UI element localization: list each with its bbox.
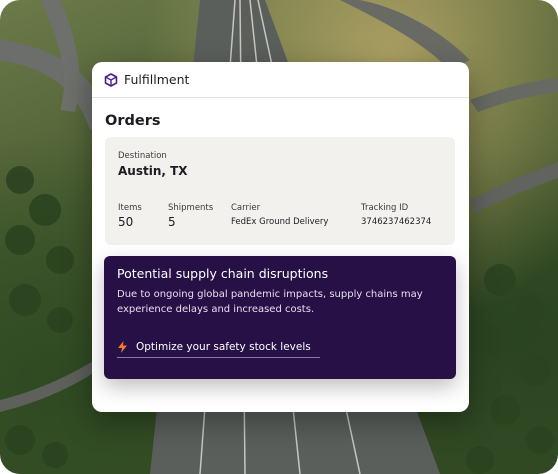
orders-title: Orders bbox=[105, 113, 161, 129]
lightning-icon bbox=[117, 341, 128, 353]
tracking-id-label: Tracking ID bbox=[361, 203, 409, 213]
optimize-stock-label: Optimize your safety stock levels bbox=[136, 341, 311, 353]
fulfillment-card: Fulfillment Orders Destination Austin, T… bbox=[92, 62, 469, 412]
supply-chain-alert: Potential supply chain disruptions Due t… bbox=[104, 256, 456, 379]
aerial-highway-background: Fulfillment Orders Destination Austin, T… bbox=[0, 0, 558, 474]
destination-value: Austin, TX bbox=[118, 164, 188, 178]
items-value: 50 bbox=[118, 215, 134, 229]
carrier-label: Carrier bbox=[231, 203, 261, 213]
carrier-value: FedEx Ground Delivery bbox=[231, 217, 329, 227]
tracking-id-value: 3746237462374 bbox=[361, 217, 432, 227]
alert-body: Due to ongoing global pandemic impacts, … bbox=[117, 289, 423, 315]
shipments-label: Shipments bbox=[168, 203, 214, 213]
alert-title: Potential supply chain disruptions bbox=[117, 266, 329, 281]
items-label: Items bbox=[118, 203, 142, 213]
box-icon bbox=[104, 72, 118, 87]
destination-label: Destination bbox=[118, 151, 167, 161]
optimize-stock-link[interactable]: Optimize your safety stock levels bbox=[117, 341, 320, 358]
app-title: Fulfillment bbox=[124, 72, 190, 87]
shipments-value: 5 bbox=[168, 215, 176, 229]
order-details-panel: Destination Austin, TX Items 50 Shipment… bbox=[105, 137, 455, 245]
card-header: Fulfillment bbox=[92, 62, 469, 98]
